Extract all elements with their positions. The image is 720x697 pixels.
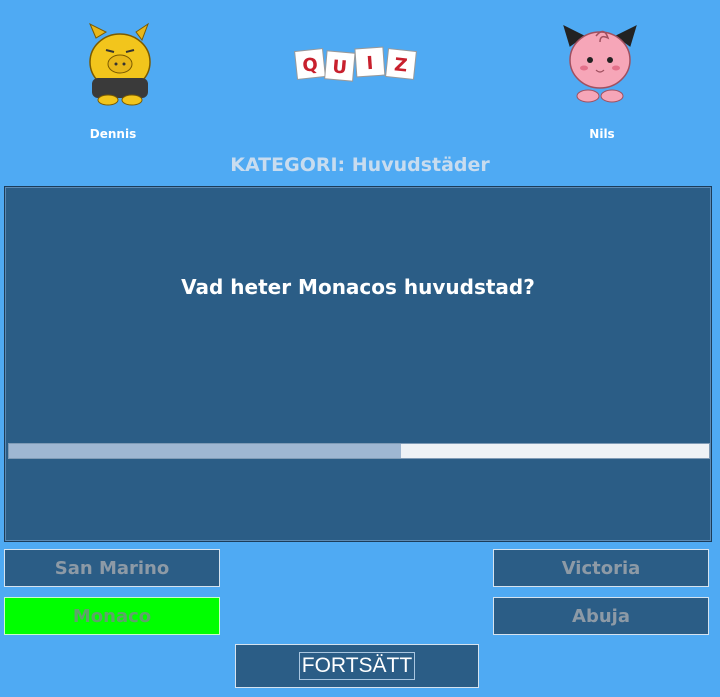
player-2-avatar	[560, 22, 640, 106]
category-title: KATEGORI: Huvudstäder	[230, 154, 490, 176]
logo-letter-q: Q	[301, 54, 318, 76]
logo-letter-z: Z	[393, 54, 408, 76]
answer-button-abuja[interactable]: Abuja	[493, 597, 709, 635]
clefairy-icon	[563, 25, 637, 103]
player-1-name: Dennis	[89, 127, 137, 141]
answer-button-san-marino[interactable]: San Marino	[4, 549, 220, 587]
timer-progress-bar	[8, 443, 710, 459]
answer-button-victoria[interactable]: Victoria	[493, 549, 709, 587]
quiz-logo: Q U I Z	[294, 40, 422, 88]
question-text: Vad heter Monacos huvudstad?	[181, 275, 535, 299]
continue-button[interactable]: FORTSÄTT	[235, 644, 479, 688]
question-panel: Vad heter Monacos huvudstad?	[4, 186, 712, 542]
player-1-avatar	[80, 22, 160, 106]
continue-button-label: FORTSÄTT	[298, 652, 416, 680]
quiz-logo-icon: Q U I Z	[294, 46, 417, 82]
player-2-name: Nils	[589, 127, 615, 141]
logo-letter-u: U	[331, 56, 347, 78]
answer-button-monaco[interactable]: Monaco	[4, 597, 220, 635]
timer-progress-fill	[9, 444, 401, 458]
drowzee-icon	[89, 22, 151, 106]
